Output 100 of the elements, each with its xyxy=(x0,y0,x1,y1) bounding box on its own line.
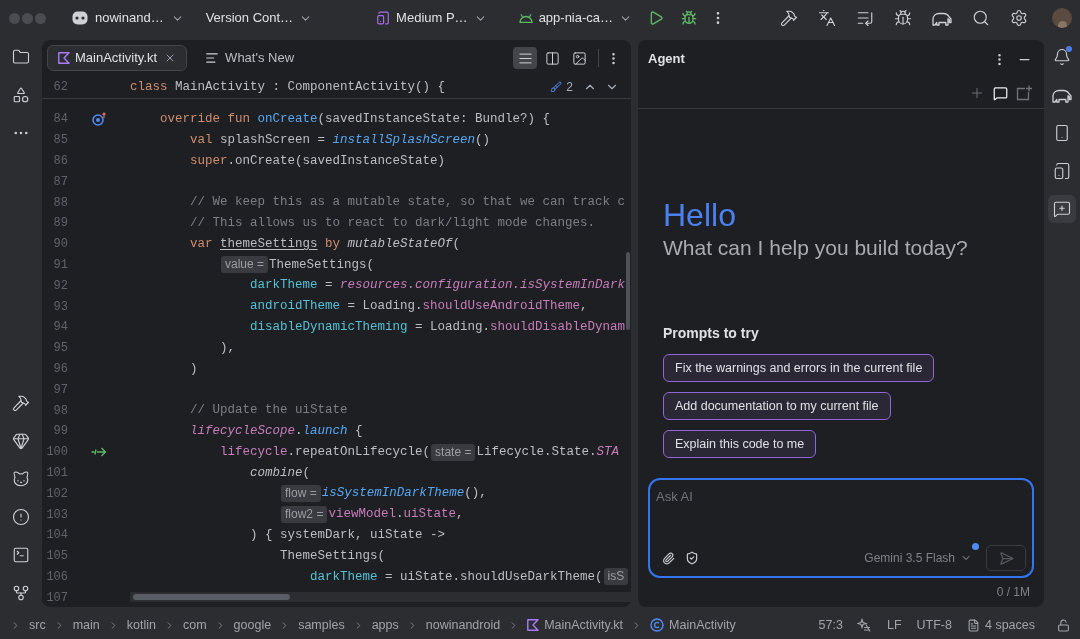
devices-icon[interactable] xyxy=(1053,162,1071,180)
class-icon xyxy=(650,618,665,632)
line-number: 95 xyxy=(52,340,68,358)
prompt-suggestion[interactable]: Fix the warnings and errors in the current file xyxy=(663,354,935,382)
folder-icon[interactable] xyxy=(12,48,30,66)
hammer-icon[interactable] xyxy=(12,394,30,412)
arrow-marker-icon[interactable] xyxy=(91,446,107,459)
prompt-composer[interactable]: Ask AI Gemini 3.5 Flash xyxy=(648,478,1034,578)
brush-icon[interactable] xyxy=(550,81,563,93)
line-number: 86 xyxy=(52,153,68,170)
devices-icon xyxy=(376,11,391,25)
translate-icon[interactable] xyxy=(818,9,836,27)
line-number: 107 xyxy=(45,589,68,607)
greeting-heading: Hello xyxy=(663,197,736,233)
avatar-icon[interactable] xyxy=(1052,8,1072,28)
robot-head-icon xyxy=(72,11,88,25)
override-marker-icon[interactable] xyxy=(92,112,106,127)
breadcrumb-item[interactable]: nowinandroid xyxy=(425,615,501,635)
code-text: // This allows us to react to dark/light mode changes. xyxy=(190,215,596,232)
gem-icon[interactable] xyxy=(12,432,30,450)
hammer-icon[interactable] xyxy=(780,9,798,27)
search-icon[interactable] xyxy=(972,9,990,27)
bug-icon[interactable] xyxy=(681,10,698,26)
slashed-sparkle-icon[interactable] xyxy=(856,618,871,632)
line-number: 84 xyxy=(52,111,68,129)
project-selector[interactable]: nowinand… xyxy=(72,8,184,28)
line-number: 103 xyxy=(45,506,68,524)
inlay-hint: flow2 = xyxy=(281,506,328,524)
padlock-icon[interactable] xyxy=(1057,618,1070,632)
run-icon[interactable] xyxy=(648,10,665,26)
android-head-icon xyxy=(518,13,533,23)
bug-icon[interactable] xyxy=(894,9,912,27)
alert-icon[interactable] xyxy=(12,508,30,526)
phone-icon[interactable] xyxy=(1053,124,1071,142)
line-number: 87 xyxy=(52,173,68,191)
line-number: 105 xyxy=(45,548,68,566)
line-number: 96 xyxy=(52,360,68,378)
line-separator[interactable]: LF xyxy=(886,615,902,635)
panel-title: Agent xyxy=(648,50,685,69)
breadcrumb-item[interactable]: google xyxy=(233,615,272,635)
horizontal-scrollbar[interactable] xyxy=(130,592,631,602)
square-plus-icon[interactable] xyxy=(1016,85,1032,101)
kotlin-file-icon xyxy=(527,619,540,631)
line-number: 89 xyxy=(52,215,68,233)
code-text: // We keep this as a mutable state, so that we can track c xyxy=(190,194,626,212)
code-text: ) xyxy=(190,360,198,378)
kotlin-file-icon xyxy=(58,52,70,64)
cursor-position[interactable]: 57:3 xyxy=(818,615,843,635)
breadcrumb-item[interactable]: samples xyxy=(298,615,345,635)
tool-window-button[interactable] xyxy=(1048,195,1076,223)
device-selector[interactable]: Medium P… xyxy=(376,8,487,28)
chat-icon[interactable] xyxy=(993,85,1008,101)
cat-icon[interactable] xyxy=(12,470,30,488)
indent-setting[interactable]: 4 spaces xyxy=(984,615,1035,635)
settings-icon[interactable] xyxy=(1010,9,1028,27)
prompt-suggestion[interactable]: Explain this code to me xyxy=(663,430,817,458)
ask-ai-input[interactable]: Ask AI xyxy=(650,480,1032,544)
code-text: viewModel.uiState, xyxy=(328,506,464,524)
view-mode-button[interactable] xyxy=(513,47,537,69)
line-number: 97 xyxy=(52,381,68,399)
picture-icon[interactable] xyxy=(571,50,587,66)
document-icon[interactable] xyxy=(966,618,980,632)
model-selector[interactable]: Gemini 3.5 Flash xyxy=(864,549,972,567)
list-icon[interactable] xyxy=(856,9,874,27)
vertical-scrollbar[interactable] xyxy=(626,252,630,330)
code-text: ThemeSettings( xyxy=(269,256,375,274)
send-icon xyxy=(998,550,1014,566)
line-number: 99 xyxy=(52,423,68,441)
shield-icon[interactable] xyxy=(685,551,699,565)
file-encoding[interactable]: UTF-8 xyxy=(916,615,952,635)
run-configuration-selector[interactable]: app-nia-ca… xyxy=(518,8,633,28)
inlay-hint: isS xyxy=(603,568,629,586)
breadcrumb-item[interactable]: MainActivity.kt xyxy=(527,615,624,635)
line-number: 106 xyxy=(45,568,68,586)
prompts-heading: Prompts to try xyxy=(663,324,759,342)
breadcrumb-item[interactable]: MainActivity xyxy=(650,615,736,635)
code-text: lifecycleScope.launch { xyxy=(190,422,363,440)
code-text: super.onCreate(savedInstanceState) xyxy=(190,152,446,170)
paperclip-icon[interactable] xyxy=(662,551,675,565)
elephant-icon[interactable] xyxy=(1052,87,1072,103)
git-branch-icon[interactable] xyxy=(12,584,30,602)
greeting-subtitle: What can I help you build today? xyxy=(663,235,968,261)
breadcrumb-item[interactable]: main xyxy=(72,615,100,635)
line-number: 88 xyxy=(52,194,68,212)
editor-tab[interactable]: MainActivity.kt xyxy=(47,45,188,71)
terminal-icon[interactable] xyxy=(12,546,30,564)
line-number: 104 xyxy=(45,527,68,545)
vcs-menu[interactable]: Version Cont… xyxy=(205,8,313,28)
bell-icon[interactable] xyxy=(1053,48,1071,66)
shapes-icon[interactable] xyxy=(12,86,30,104)
elephant-icon[interactable] xyxy=(932,10,952,26)
breadcrumb-item[interactable]: kotlin xyxy=(126,615,156,635)
breadcrumb-item[interactable]: com xyxy=(182,615,207,635)
breadcrumb-item[interactable]: apps xyxy=(371,615,399,635)
line-number: 100 xyxy=(45,444,68,462)
prompt-suggestion[interactable]: Add documentation to my current file xyxy=(663,392,891,420)
columns-icon[interactable] xyxy=(544,50,560,66)
editor-tab[interactable]: What's New xyxy=(197,45,303,71)
breadcrumb-item[interactable]: src xyxy=(29,615,46,635)
code-text: lifecycle.repeatOnLifecycle( xyxy=(220,443,431,461)
